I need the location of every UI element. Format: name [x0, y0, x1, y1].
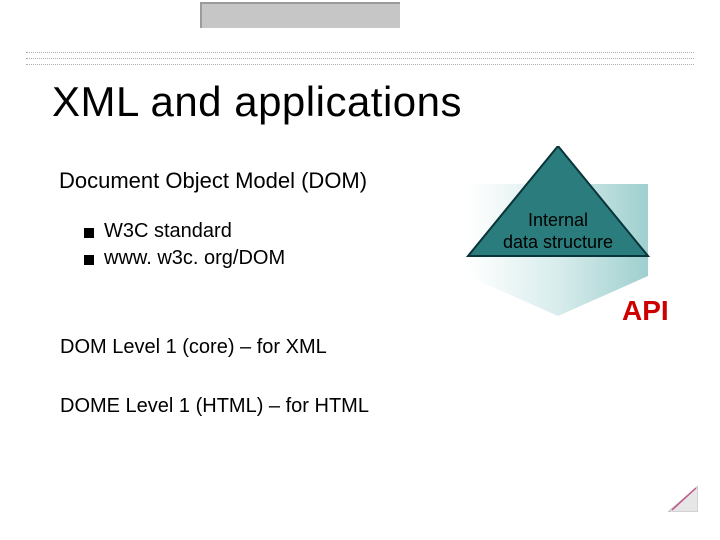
divider-line	[26, 64, 694, 65]
list-item: W3C standard	[84, 220, 285, 243]
bullet-text: W3C standard	[104, 220, 232, 243]
bullet-square-icon	[84, 228, 94, 238]
header-accent-bar	[200, 2, 400, 28]
body-text: DOM Level 1 (core) – for XML	[60, 336, 327, 359]
subtitle: Document Object Model (DOM)	[59, 168, 367, 194]
body-text: DOME Level 1 (HTML) – for HTML	[60, 395, 369, 418]
page-fold-icon	[668, 486, 698, 512]
diagram-label-line1: Internal	[528, 210, 588, 230]
diagram-label-line2: data structure	[503, 232, 613, 252]
divider-line	[26, 58, 694, 59]
list-item: www. w3c. org/DOM	[84, 247, 285, 270]
bullet-square-icon	[84, 255, 94, 265]
api-label: API	[622, 295, 669, 327]
divider-line	[26, 52, 694, 53]
page-title: XML and applications	[52, 78, 462, 126]
bullet-list: W3C standard www. w3c. org/DOM	[84, 220, 285, 274]
bullet-text: www. w3c. org/DOM	[104, 247, 285, 270]
